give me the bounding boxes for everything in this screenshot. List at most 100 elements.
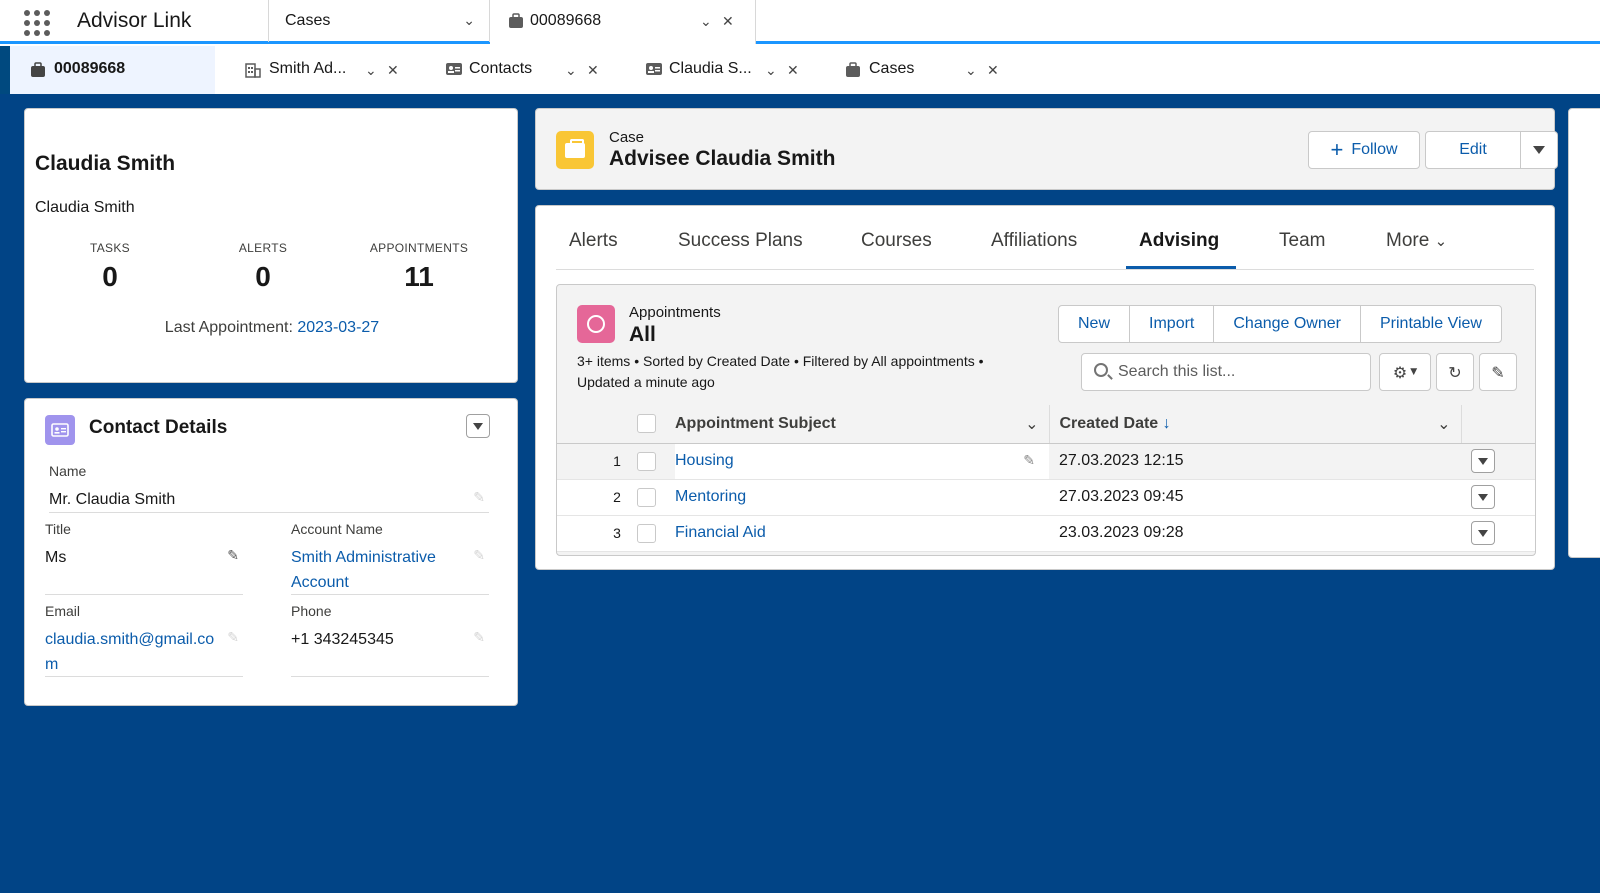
subtab-contact-record[interactable]: Claudia S... ⌄ ✕ <box>625 46 825 94</box>
tab-affiliations[interactable]: Affiliations <box>991 230 1077 252</box>
edit-pencil-icon[interactable]: ✎ <box>1023 452 1035 469</box>
gear-icon: ⚙ <box>1392 362 1408 382</box>
tab-advising[interactable]: Advising <box>1139 230 1219 252</box>
field-value: +1 343245345 <box>291 631 394 648</box>
select-all-checkbox[interactable] <box>637 414 656 434</box>
row-action-menu[interactable] <box>1471 485 1495 509</box>
more-actions-button[interactable] <box>1520 131 1558 169</box>
follow-button[interactable]: + Follow <box>1308 131 1420 169</box>
list-settings-button[interactable]: ⚙ ▼ <box>1379 353 1431 391</box>
app-name: Advisor Link <box>77 9 192 32</box>
contact-card-icon <box>646 63 662 75</box>
tab-team[interactable]: Team <box>1279 230 1325 252</box>
app-launcher-icon[interactable] <box>22 8 50 36</box>
close-icon[interactable]: ✕ <box>787 62 799 79</box>
inline-edit-button[interactable]: ✎ <box>1479 353 1517 391</box>
account-name-link[interactable]: Smith Administrative Account <box>291 545 461 595</box>
follow-label: Follow <box>1351 141 1398 158</box>
row-checkbox[interactable] <box>637 487 656 507</box>
workspace-tab-label: 00089668 <box>530 12 602 29</box>
stat-value: 0 <box>255 261 271 292</box>
briefcase-icon <box>846 62 860 77</box>
printable-view-button[interactable]: Printable View <box>1359 305 1502 343</box>
edit-pencil-icon[interactable]: ✎ <box>473 547 485 564</box>
object-label: Case <box>609 129 645 146</box>
field-label: Email <box>45 603 81 619</box>
subject-link[interactable]: Mentoring <box>675 488 746 505</box>
list-meta-line: 3+ items • Sorted by Created Date • Filt… <box>577 353 984 369</box>
created-date-cell: 27.03.2023 12:15 <box>1049 443 1461 480</box>
subtab-contacts[interactable]: Contacts ⌄ ✕ <box>425 46 625 94</box>
subtab-label: Smith Ad... <box>269 60 347 77</box>
case-icon <box>556 131 594 169</box>
edit-pencil-icon[interactable]: ✎ <box>473 629 485 646</box>
contact-card-icon <box>446 63 462 75</box>
subject-link[interactable]: Housing <box>675 452 734 469</box>
workspace-tab[interactable]: 00089668 ⌄ ✕ <box>490 0 756 44</box>
field-label: Title <box>45 521 71 537</box>
chevron-down-icon[interactable]: ⌄ <box>765 62 777 79</box>
subtab-cases[interactable]: Cases ⌄ ✕ <box>825 46 1025 94</box>
column-header-created-date[interactable]: Created Date ↓ ⌄ <box>1048 405 1461 444</box>
field-value: Mr. Claudia Smith <box>49 491 176 508</box>
stat-label: TASKS <box>90 241 130 255</box>
list-search[interactable] <box>1081 353 1371 391</box>
search-input[interactable] <box>1118 354 1358 390</box>
edit-pencil-icon[interactable]: ✎ <box>227 629 239 646</box>
close-icon[interactable]: ✕ <box>387 62 399 79</box>
edit-pencil-icon[interactable]: ✎ <box>227 547 239 564</box>
nav-item-selector[interactable]: Cases ⌄ <box>268 0 490 42</box>
chevron-down-icon[interactable]: ⌄ <box>1437 414 1450 434</box>
close-icon[interactable]: ✕ <box>587 62 599 79</box>
list-action-buttons: New Import Change Owner Printable View <box>1058 305 1502 343</box>
tab-courses[interactable]: Courses <box>861 230 932 252</box>
new-button[interactable]: New <box>1058 305 1131 343</box>
last-appointment-link[interactable]: 2023-03-27 <box>297 319 379 336</box>
building-icon <box>245 63 261 78</box>
field-label: Name <box>49 463 87 479</box>
chevron-down-icon[interactable]: ⌄ <box>365 62 377 79</box>
refresh-button[interactable]: ↻ <box>1436 353 1474 391</box>
subtab-case[interactable]: 00089668 <box>10 46 215 94</box>
caret-down-icon: ▼ <box>1410 367 1418 377</box>
subtab-label: Contacts <box>469 60 533 77</box>
field-email: Email claudia.smith@gmail.com ✎ <box>45 603 243 677</box>
table-row: 3 Financial Aid 23.03.2023 09:28 <box>557 515 1535 552</box>
list-object-label: Appointments <box>629 304 721 321</box>
profile-name: Claudia Smith <box>35 152 176 175</box>
created-date-cell: 23.03.2023 09:28 <box>1049 515 1461 552</box>
card-menu-button[interactable] <box>466 414 490 438</box>
row-checkbox[interactable] <box>637 451 656 471</box>
tab-more[interactable]: More ⌄ <box>1386 230 1447 252</box>
chevron-down-icon[interactable]: ⌄ <box>463 12 475 29</box>
edit-button[interactable]: Edit <box>1425 131 1521 169</box>
chevron-down-icon[interactable]: ⌄ <box>565 62 577 79</box>
change-owner-button[interactable]: Change Owner <box>1213 305 1361 343</box>
tab-more-label: More <box>1386 230 1430 251</box>
stat-appointments: APPOINTMENTS 11 <box>349 241 489 293</box>
tab-alerts[interactable]: Alerts <box>569 230 618 252</box>
chevron-down-icon[interactable]: ⌄ <box>965 62 977 79</box>
column-header-subject[interactable]: Appointment Subject ⌄ <box>675 405 1049 444</box>
chevron-down-icon: ⌄ <box>1434 233 1448 250</box>
import-button[interactable]: Import <box>1129 305 1215 343</box>
subtab-label: Cases <box>869 60 915 77</box>
row-action-menu[interactable] <box>1471 521 1495 545</box>
tab-success-plans[interactable]: Success Plans <box>678 230 803 252</box>
table-row: 2 Mentoring 27.03.2023 09:45 <box>557 479 1535 516</box>
edit-pencil-icon[interactable]: ✎ <box>473 489 485 506</box>
stat-value: 11 <box>404 261 434 292</box>
close-icon[interactable]: ✕ <box>722 13 734 30</box>
subtab-account[interactable]: Smith Ad... ⌄ ✕ <box>225 46 425 94</box>
search-icon <box>1094 363 1108 377</box>
record-title: Advisee Claudia Smith <box>609 147 836 170</box>
email-link[interactable]: claudia.smith@gmail.com <box>45 627 223 677</box>
chevron-down-icon[interactable]: ⌄ <box>1025 414 1038 434</box>
chevron-down-icon[interactable]: ⌄ <box>700 13 712 30</box>
subject-link[interactable]: Financial Aid <box>675 524 766 541</box>
row-checkbox[interactable] <box>637 523 656 543</box>
list-view-name[interactable]: All <box>629 323 656 347</box>
row-action-menu[interactable] <box>1471 449 1495 473</box>
plus-icon: + <box>1330 137 1344 162</box>
close-icon[interactable]: ✕ <box>987 62 999 79</box>
